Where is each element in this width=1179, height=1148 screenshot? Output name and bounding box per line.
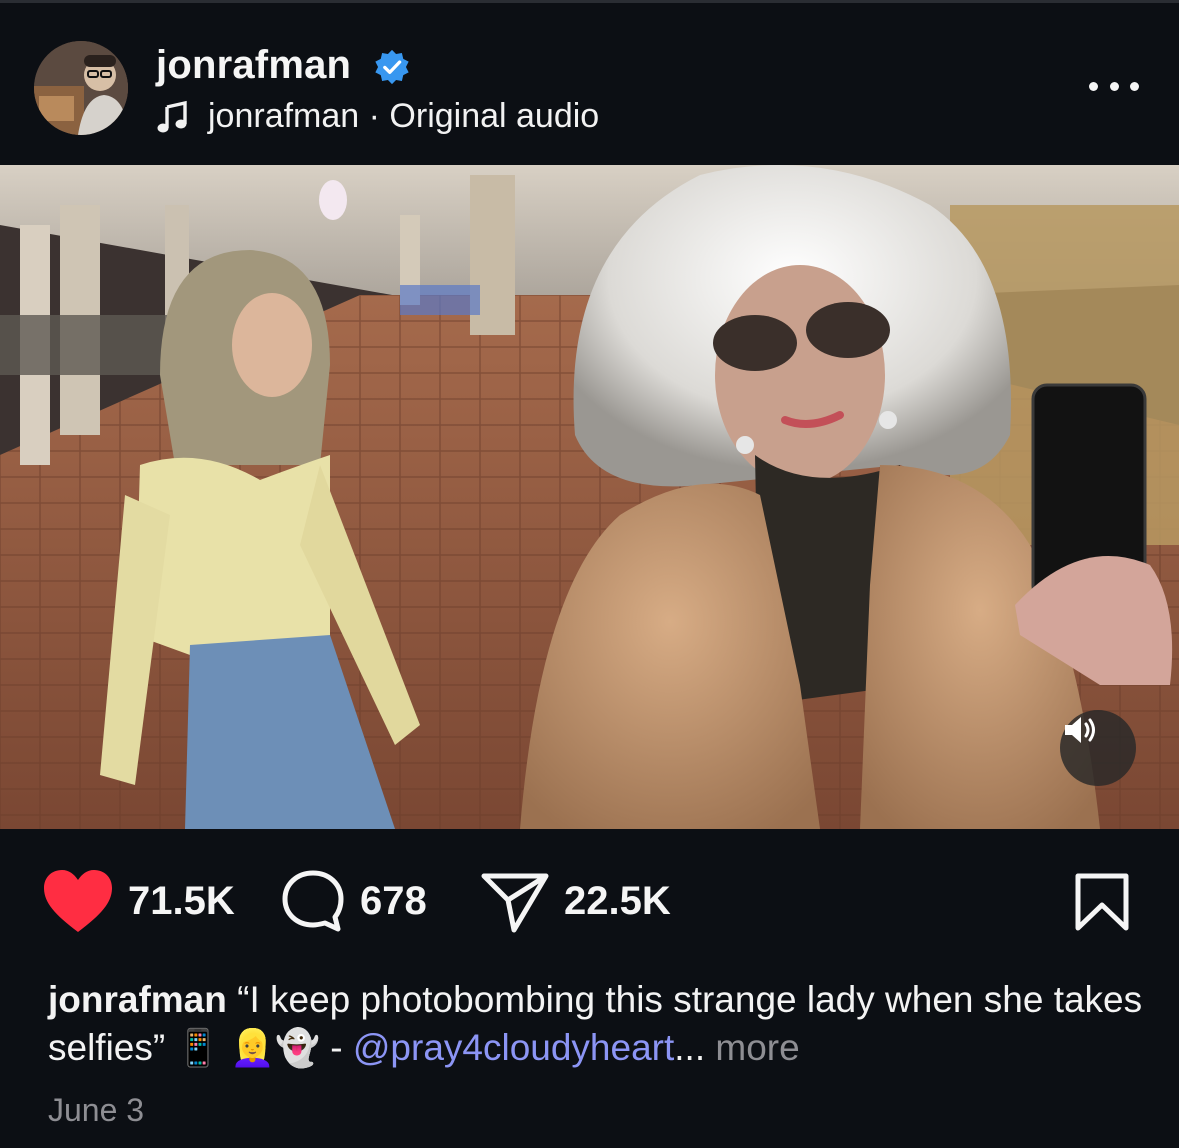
caption-username[interactable]: jonrafman	[48, 979, 227, 1020]
verified-badge-icon	[375, 49, 409, 85]
like-button[interactable]: 71.5K	[42, 868, 235, 934]
comment-count: 678	[360, 878, 427, 923]
audio-owner: jonrafman	[208, 97, 360, 135]
caption-dash: -	[319, 1027, 353, 1068]
speaker-icon	[1065, 717, 1095, 743]
comment-button[interactable]: 678	[280, 868, 427, 934]
caption: jonrafman “I keep photobombing this stra…	[48, 976, 1148, 1072]
send-icon	[481, 873, 549, 933]
avatar[interactable]	[34, 41, 128, 135]
action-bar: 71.5K 678 22.5K	[0, 860, 1179, 950]
username[interactable]: jonrafman	[156, 43, 351, 88]
share-button[interactable]: 22.5K	[480, 868, 671, 934]
more-options-icon[interactable]	[1089, 73, 1139, 99]
comment-icon	[282, 870, 344, 932]
caption-emojis: 📱 👱‍♀️👻	[175, 1027, 320, 1068]
sound-toggle-button[interactable]	[1060, 710, 1136, 786]
share-count: 22.5K	[564, 878, 671, 923]
post-date: June 3	[48, 1092, 145, 1128]
audio-separator: ·	[359, 97, 390, 135]
caption-ellipsis: ...	[674, 1027, 706, 1068]
like-count: 71.5K	[128, 878, 235, 923]
bookmark-icon[interactable]	[1074, 872, 1130, 932]
audio-row[interactable]: jonrafman · Original audio	[156, 97, 599, 136]
more-link[interactable]: more	[705, 1027, 799, 1068]
post-header: jonrafman jonrafman · Original audio	[0, 3, 1179, 165]
caption-mention[interactable]: @pray4cloudyheart	[353, 1027, 674, 1068]
audio-label: Original audio	[389, 97, 600, 135]
heart-icon	[44, 870, 112, 932]
video-frame	[0, 165, 1179, 829]
music-note-icon	[157, 100, 187, 132]
video-player[interactable]	[0, 165, 1179, 829]
